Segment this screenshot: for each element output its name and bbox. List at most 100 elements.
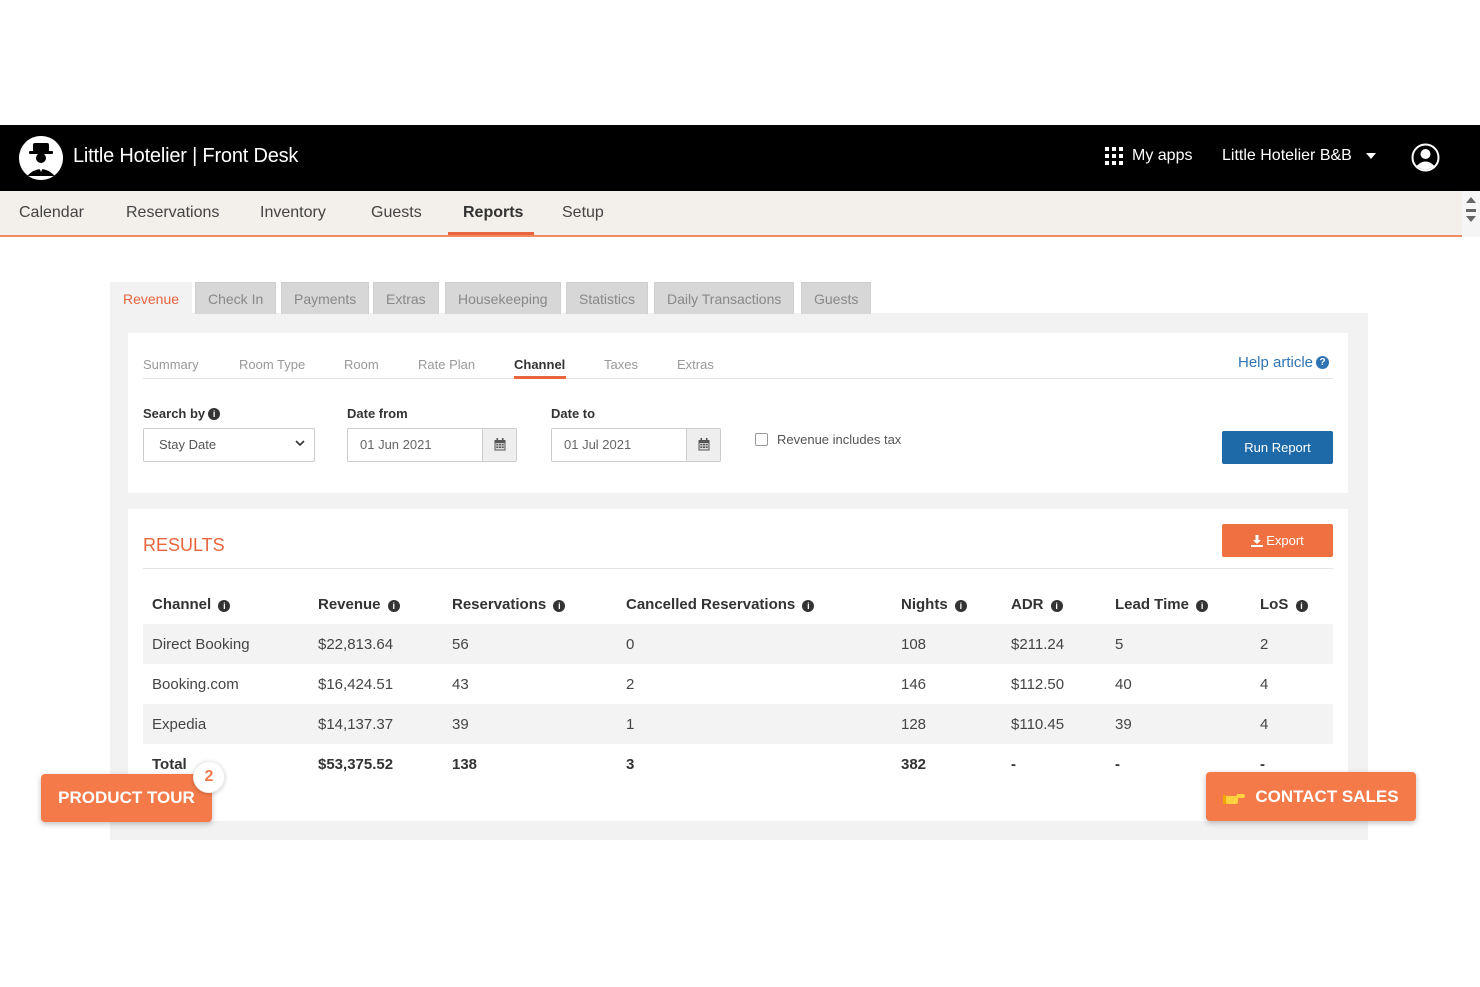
date-from-calendar-button[interactable] <box>482 429 516 461</box>
subtab-channel[interactable]: Channel <box>514 357 565 372</box>
info-icon[interactable]: i <box>387 599 400 612</box>
table-header-row: Channel i Revenue i Reservations i Cance… <box>143 584 1333 624</box>
nav-active-indicator <box>448 232 534 235</box>
table-cell: 1 <box>617 704 892 744</box>
table-total-row: Total $53,375.52 138 3 382 - - - <box>143 744 1333 784</box>
info-icon[interactable]: i <box>802 599 815 612</box>
filters-panel: Summary Room Type Room Rate Plan Channel… <box>128 333 1348 493</box>
table-cell: 39 <box>443 704 617 744</box>
nav-guests[interactable]: Guests <box>371 204 422 222</box>
table-cell: 138 <box>452 755 478 773</box>
run-report-button[interactable]: Run Report <box>1222 431 1333 464</box>
date-from-value: 01 Jun 2021 <box>360 437 432 452</box>
tab-revenue[interactable]: Revenue <box>110 282 193 314</box>
table-cell: 4 <box>1251 704 1333 744</box>
table-cell: $22,813.64 <box>309 624 443 664</box>
info-icon[interactable]: i <box>1295 599 1308 612</box>
revenue-includes-tax-option[interactable]: Revenue includes tax <box>755 432 901 447</box>
table-cell: - <box>1011 755 1016 773</box>
scrollbar[interactable] <box>1462 191 1480 237</box>
pointing-hand-icon <box>1223 793 1246 804</box>
contact-sales-button[interactable]: CONTACT SALES <box>1206 772 1416 821</box>
results-title: RESULTS <box>143 535 225 555</box>
column-header: Lead Time i <box>1106 584 1251 624</box>
product-tour-button[interactable]: PRODUCT TOUR <box>41 774 212 822</box>
column-header-label: Revenue <box>318 595 381 613</box>
export-button[interactable]: Export <box>1222 524 1333 557</box>
results-divider <box>143 568 1333 569</box>
table-cell: 5 <box>1106 624 1251 664</box>
info-icon[interactable]: i <box>218 599 231 612</box>
date-to-calendar-button[interactable] <box>686 429 720 461</box>
tab-housekeeping[interactable]: Housekeeping <box>445 282 561 314</box>
subtab-room-type[interactable]: Room Type <box>239 357 305 372</box>
table-cell: $16,424.51 <box>318 675 394 693</box>
table-cell: 2 <box>626 675 635 693</box>
tab-extras[interactable]: Extras <box>373 282 439 314</box>
table-cell: 39 <box>1106 704 1251 744</box>
column-header: Revenue i <box>309 584 443 624</box>
subtab-extras[interactable]: Extras <box>677 357 714 372</box>
tab-payments[interactable]: Payments <box>281 282 370 314</box>
scroll-down-icon[interactable] <box>1466 216 1476 222</box>
page: Little Hotelier | Front Desk My apps Lit… <box>0 0 1480 987</box>
my-apps-button[interactable]: My apps <box>1105 147 1192 165</box>
table-cell: 43 <box>452 675 469 693</box>
scroll-thumb[interactable] <box>1466 209 1476 212</box>
tab-guests[interactable]: Guests <box>801 282 872 314</box>
user-account-icon[interactable] <box>1411 143 1440 172</box>
scroll-up-icon[interactable] <box>1466 197 1476 203</box>
top-header: Little Hotelier | Front Desk My apps Lit… <box>0 125 1480 191</box>
nav-calendar[interactable]: Calendar <box>19 204 84 222</box>
table-cell: 2 <box>1251 624 1333 664</box>
info-icon[interactable]: i <box>1050 599 1063 612</box>
nav-reservations[interactable]: Reservations <box>126 204 219 222</box>
nav-setup[interactable]: Setup <box>562 204 604 222</box>
nav-reports[interactable]: Reports <box>463 204 523 222</box>
info-icon[interactable]: i <box>1196 599 1209 612</box>
property-selector[interactable]: Little Hotelier B&B <box>1222 147 1376 165</box>
chevron-down-icon <box>295 440 305 447</box>
table-cell: $112.50 <box>1011 675 1065 693</box>
info-icon[interactable]: i <box>553 599 566 612</box>
table-cell: 56 <box>443 624 617 664</box>
table-row: Booking.com $16,424.51 43 2 146 $112.50 … <box>143 664 1333 704</box>
tab-daily-transactions[interactable]: Daily Transactions <box>654 282 795 314</box>
revenue-includes-tax-checkbox[interactable] <box>755 433 768 446</box>
subtab-rate-plan[interactable]: Rate Plan <box>418 357 475 372</box>
help-article-link[interactable]: Help article ? <box>1238 354 1330 371</box>
search-by-select[interactable]: Stay Date <box>143 428 315 462</box>
table-cell: Expedia <box>143 704 309 744</box>
date-to-value: 01 Jul 2021 <box>564 437 632 452</box>
subtab-active-indicator <box>514 376 566 379</box>
tab-statistics[interactable]: Statistics <box>566 282 649 314</box>
subtab-divider <box>143 378 1333 379</box>
table-cell: Booking.com <box>152 675 239 693</box>
table-cell: $211.24 <box>1002 624 1106 664</box>
subtab-room[interactable]: Room <box>344 357 379 372</box>
column-header-label: Reservations <box>452 595 547 613</box>
column-header: Reservations i <box>443 584 617 624</box>
date-to-input[interactable]: 01 Jul 2021 <box>551 428 721 462</box>
product-tour-badge[interactable]: 2 <box>193 761 225 793</box>
info-icon[interactable]: i <box>954 599 967 612</box>
info-icon[interactable]: i <box>208 407 221 420</box>
export-label: Export <box>1266 533 1304 548</box>
logo-icon[interactable] <box>19 136 63 180</box>
subtab-taxes[interactable]: Taxes <box>604 357 638 372</box>
revenue-includes-tax-label: Revenue includes tax <box>777 432 902 447</box>
column-header: Cancelled Reservations i <box>617 584 892 624</box>
subtab-summary[interactable]: Summary <box>143 357 199 372</box>
calendar-icon <box>698 438 710 451</box>
tab-check-in[interactable]: Check In <box>195 282 277 314</box>
nav-inventory[interactable]: Inventory <box>260 204 326 222</box>
table-cell: 4 <box>1260 675 1269 693</box>
table-cell: 128 <box>892 704 1002 744</box>
calendar-icon <box>494 438 506 451</box>
caret-down-icon <box>1365 153 1376 159</box>
date-from-input[interactable]: 01 Jun 2021 <box>347 428 517 462</box>
table-cell: 146 <box>901 675 927 693</box>
my-apps-label: My apps <box>1132 147 1193 164</box>
table-cell: 382 <box>901 755 927 773</box>
column-header-label: Nights <box>901 595 948 613</box>
